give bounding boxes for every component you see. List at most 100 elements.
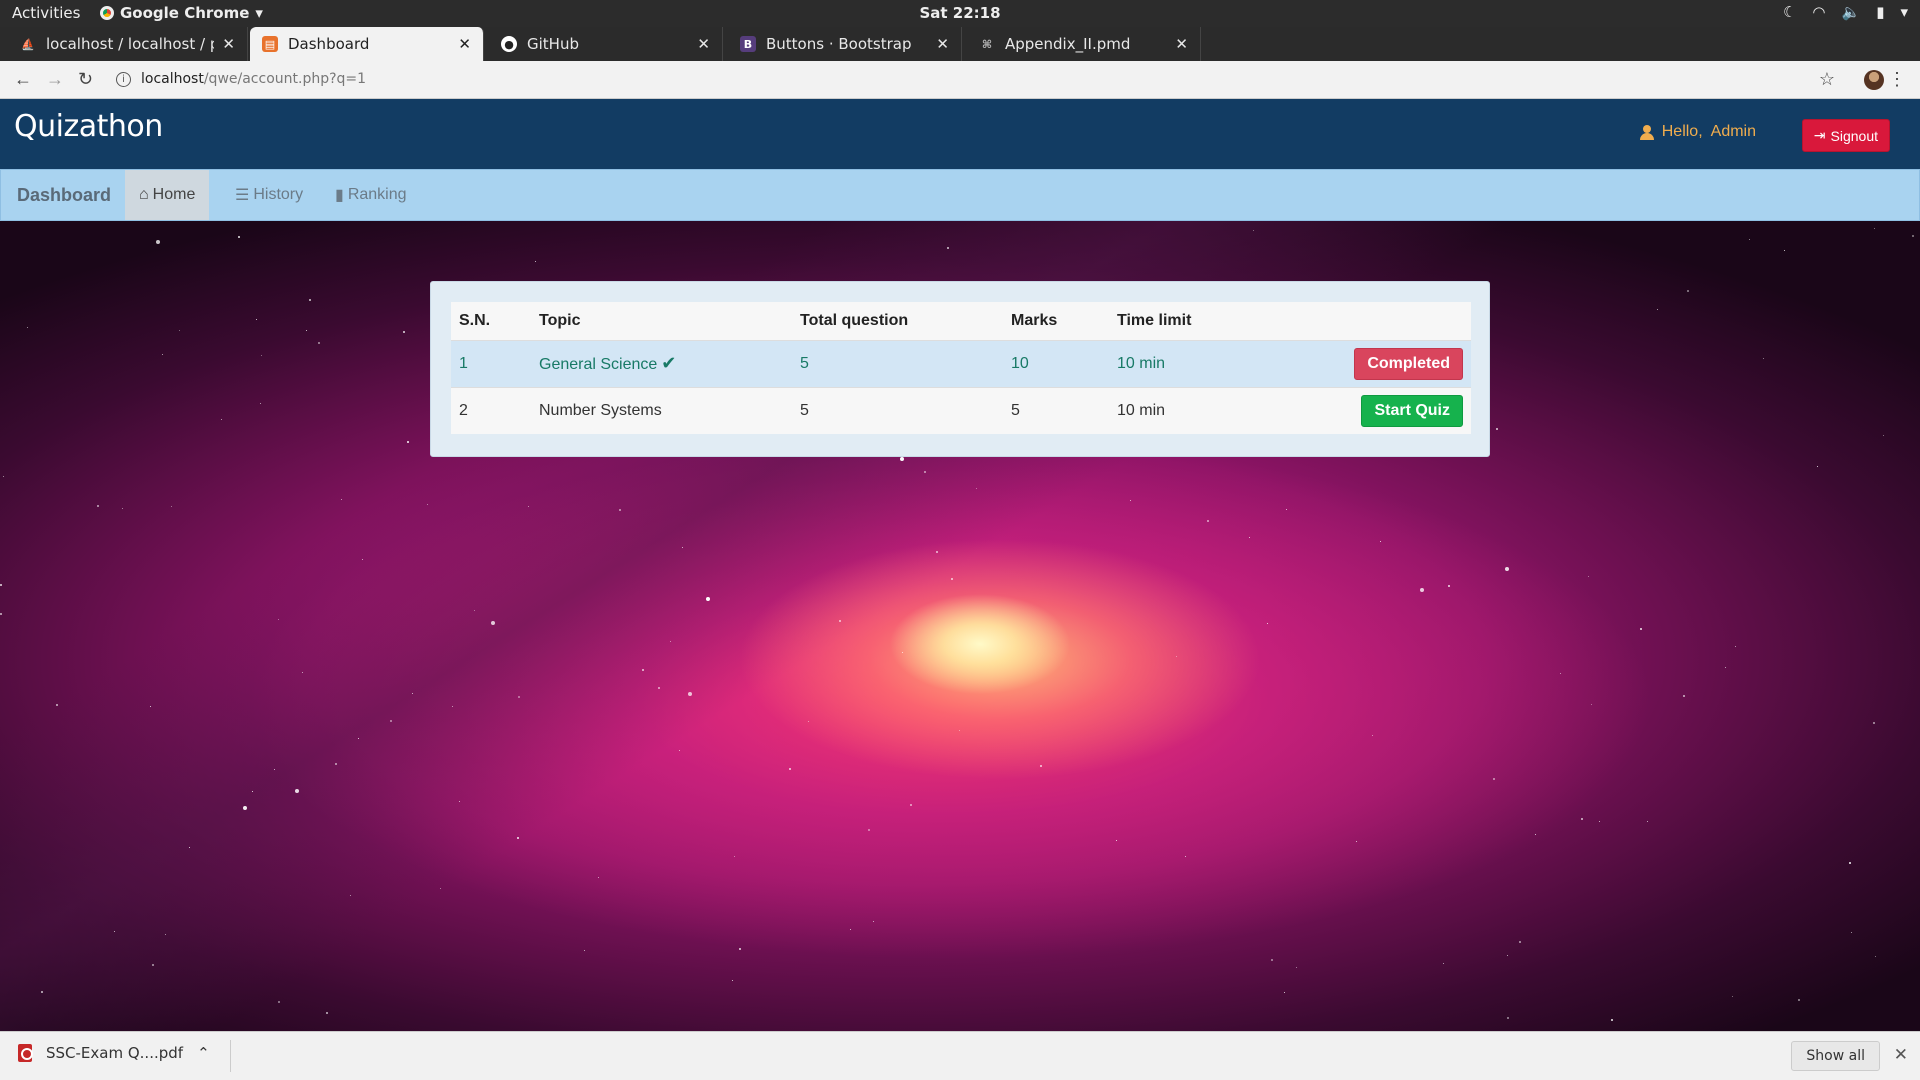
nav-home[interactable]: ⌂ Home — [125, 170, 210, 220]
user-greeting[interactable]: Hello, Admin — [1639, 123, 1756, 141]
star-dot — [326, 1012, 328, 1014]
star-dot — [1725, 667, 1726, 668]
star-dot — [1591, 704, 1592, 705]
cell-sn: 1 — [451, 339, 531, 387]
signout-button[interactable]: ⇥ Signout — [1801, 119, 1890, 152]
star-dot — [238, 236, 240, 238]
tab-appendix[interactable]: ⌘ Appendix_II.pmd ✕ — [967, 27, 1201, 61]
chevron-up-icon[interactable]: ⌃ — [197, 1044, 210, 1062]
star-dot — [947, 247, 949, 249]
start-quiz-button[interactable]: Start Quiz — [1361, 394, 1463, 427]
star-dot — [900, 457, 904, 461]
star-dot — [114, 931, 115, 932]
tab-title: GitHub — [527, 35, 579, 53]
cell-marks: 5 — [1003, 386, 1109, 434]
bootstrap-icon: B — [740, 36, 756, 52]
app-menu[interactable]: Google Chrome ▾ — [100, 4, 263, 22]
tab-title: Dashboard — [288, 35, 370, 53]
star-dot — [1507, 955, 1508, 956]
more-menu-icon[interactable]: ⋮ — [1888, 69, 1906, 90]
star-dot — [528, 506, 529, 507]
star-dot — [1647, 821, 1648, 822]
forward-arrow-icon[interactable]: → — [46, 69, 64, 90]
close-icon[interactable]: ✕ — [222, 35, 235, 53]
tab-dashboard[interactable]: ▤ Dashboard ✕ — [250, 27, 484, 61]
page-content: Quizathon Hello, Admin ⇥ Signout Dashboa… — [0, 99, 1920, 1031]
download-item[interactable]: SSC-Exam Q....pdf ⌃ — [18, 1044, 210, 1062]
star-dot — [278, 619, 279, 620]
night-light-icon: ☾ — [1782, 3, 1797, 21]
star-dot — [309, 299, 311, 301]
system-tray[interactable]: ☾ ◠ 🔈 ▮ ▾ — [1783, 3, 1908, 21]
table-row: 1 General Science ✔ 5 10 10 min Completed — [451, 339, 1471, 387]
cell-topic: General Science ✔ — [531, 339, 792, 387]
close-icon[interactable]: ✕ — [1894, 1045, 1908, 1065]
star-dot — [734, 856, 735, 857]
brand-logo[interactable]: Quizathon — [14, 109, 163, 144]
star-dot — [1883, 435, 1884, 436]
back-arrow-icon[interactable]: ← — [14, 69, 32, 90]
tab-phpmyadmin[interactable]: ⛵ localhost / localhost / pro ✕ — [8, 27, 248, 61]
star-dot — [706, 597, 710, 601]
downloads-shelf: SSC-Exam Q....pdf ⌃ Show all ✕ — [0, 1031, 1920, 1080]
nav-history[interactable]: ☰ History — [221, 170, 317, 220]
quiz-panel: S.N. Topic Total question Marks Time lim… — [430, 281, 1490, 457]
star-dot — [1448, 585, 1450, 587]
nav-dashboard-title[interactable]: Dashboard — [17, 185, 111, 206]
star-dot — [1040, 765, 1042, 767]
column-header-action — [1329, 302, 1471, 340]
star-dot — [1130, 500, 1131, 501]
checkmark-icon: ✔ — [661, 353, 677, 373]
star-dot — [341, 499, 342, 500]
star-dot — [518, 696, 520, 698]
star-dot — [1356, 841, 1357, 842]
tab-bootstrap[interactable]: B Buttons · Bootstrap ✕ — [728, 27, 962, 61]
close-icon[interactable]: ✕ — [1175, 35, 1188, 53]
clock[interactable]: Sat 22:18 — [919, 4, 1000, 22]
app-header: Quizathon Hello, Admin ⇥ Signout — [0, 99, 1920, 169]
close-icon[interactable]: ✕ — [458, 35, 471, 53]
close-icon[interactable]: ✕ — [936, 35, 949, 53]
show-all-button[interactable]: Show all — [1791, 1041, 1880, 1071]
star-dot — [1749, 239, 1750, 240]
info-icon[interactable]: i — [116, 71, 131, 87]
star-dot — [362, 559, 363, 560]
star-dot — [41, 991, 43, 993]
star-dot — [868, 829, 870, 831]
star-dot — [976, 488, 977, 489]
activities-button[interactable]: Activities — [12, 4, 80, 22]
cell-sn: 2 — [451, 386, 531, 434]
star-dot — [452, 706, 453, 707]
nav-home-label: Home — [152, 186, 196, 203]
completed-button[interactable]: Completed — [1354, 347, 1463, 380]
star-dot — [739, 948, 741, 950]
tab-github[interactable]: ● GitHub ✕ — [489, 27, 723, 61]
star-dot — [1683, 695, 1685, 697]
app-menu-label: Google Chrome — [120, 4, 250, 22]
star-dot — [459, 801, 460, 802]
star-dot — [1505, 567, 1509, 571]
tab-strip: ⛵ localhost / localhost / pro ✕ ▤ Dashbo… — [0, 27, 1920, 83]
volume-icon: 🔈 — [1841, 3, 1861, 21]
column-header: Marks — [1011, 311, 1058, 329]
url-path: /qwe/account.php?q=1 — [203, 71, 367, 87]
bookmark-star-icon[interactable]: ☆ — [1819, 69, 1835, 90]
close-icon[interactable]: ✕ — [697, 35, 710, 53]
url-field[interactable]: i localhost/qwe/account.php?q=1 — [116, 71, 366, 87]
document-icon: ⌘ — [981, 37, 993, 51]
cell-marks: 10 — [1003, 339, 1109, 387]
reload-icon[interactable]: ↻ — [78, 69, 93, 90]
star-dot — [732, 980, 733, 981]
nav-ranking[interactable]: ▮ Ranking — [321, 170, 421, 220]
profile-avatar[interactable] — [1864, 70, 1884, 90]
star-dot — [1372, 735, 1373, 736]
user-icon — [1639, 124, 1654, 140]
star-dot — [619, 509, 621, 511]
star-dot — [306, 330, 307, 331]
star-dot — [598, 877, 599, 878]
star-dot — [1116, 840, 1117, 841]
star-dot — [670, 641, 671, 642]
star-dot — [122, 508, 123, 509]
star-dot — [642, 669, 644, 671]
tab-title: localhost / localhost / pro — [46, 35, 214, 53]
